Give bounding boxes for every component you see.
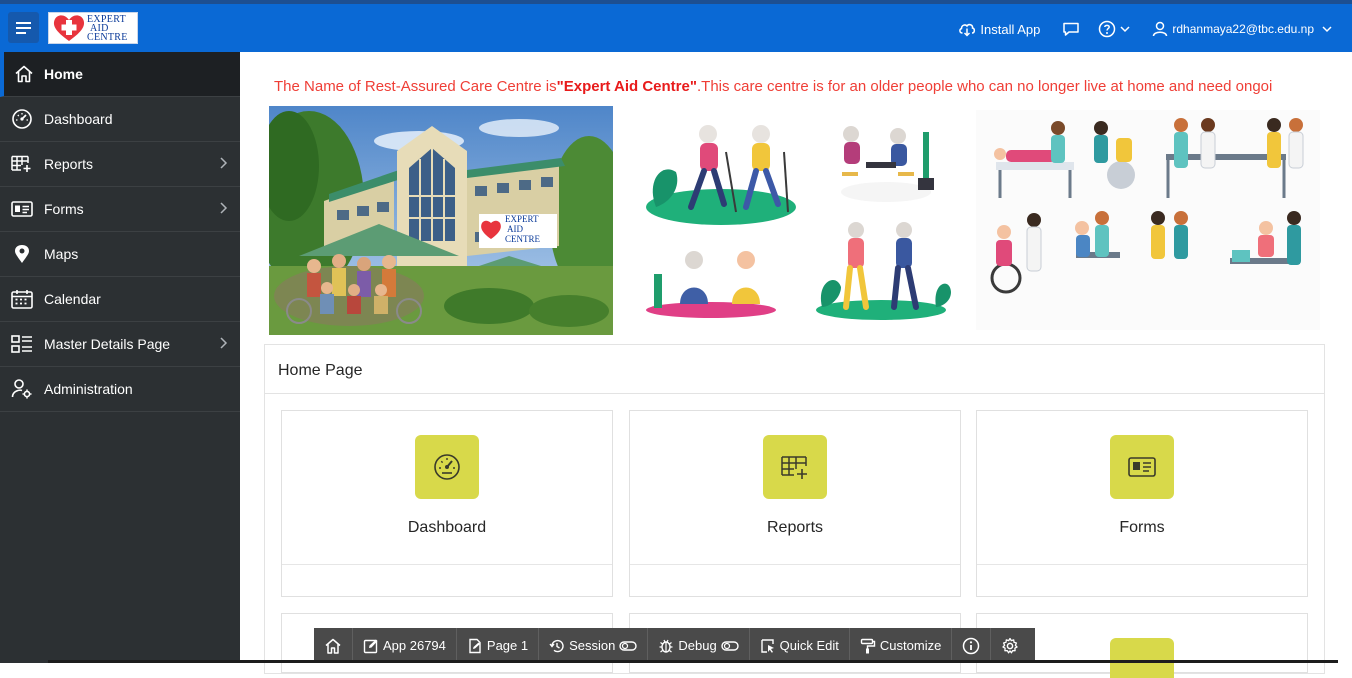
history-icon bbox=[549, 639, 564, 652]
install-app-label: Install App bbox=[980, 21, 1041, 37]
card-footer-divider bbox=[977, 564, 1307, 565]
home-button[interactable] bbox=[314, 628, 353, 663]
quick-edit-label: Quick Edit bbox=[779, 638, 839, 653]
sidebar-item-label: Reports bbox=[44, 156, 94, 172]
home-icon bbox=[4, 64, 44, 84]
sidebar-item-dashboard[interactable]: Dashboard bbox=[0, 97, 240, 142]
svg-text:AID: AID bbox=[507, 224, 523, 234]
sidebar-item-master-details-page[interactable]: Master Details Page bbox=[0, 322, 240, 367]
debug-button[interactable]: Debug bbox=[648, 628, 750, 663]
paint-roller-icon bbox=[860, 638, 876, 653]
sidebar-item-reports[interactable]: Reports bbox=[0, 142, 240, 187]
svg-text:CENTRE: CENTRE bbox=[505, 234, 541, 244]
chevron-right-icon bbox=[220, 202, 228, 214]
install-app-button[interactable]: Install App bbox=[958, 21, 1040, 37]
chevron-down-icon bbox=[1322, 26, 1332, 33]
home-icon bbox=[325, 638, 341, 654]
app-button[interactable]: App 26794 bbox=[353, 628, 457, 663]
feedback-button[interactable] bbox=[1062, 21, 1080, 37]
page-button[interactable]: Page 1 bbox=[457, 628, 540, 663]
card-tile bbox=[1110, 638, 1174, 678]
card-label: Reports bbox=[766, 519, 824, 536]
customize-label: Customize bbox=[879, 638, 942, 653]
svg-text:EXPERT: EXPERT bbox=[505, 214, 539, 224]
logo-heart-icon bbox=[51, 13, 87, 43]
gear-icon bbox=[1002, 637, 1018, 653]
banner-name: "Expert Aid Centre" bbox=[556, 78, 697, 95]
info-button[interactable] bbox=[952, 628, 992, 663]
cloud-download-icon bbox=[959, 23, 976, 37]
settings-button[interactable] bbox=[991, 628, 1029, 663]
app-label: App 26794 bbox=[383, 638, 446, 653]
help-circle-icon bbox=[1099, 20, 1116, 38]
card-label: Dashboard bbox=[407, 519, 487, 536]
app-logo[interactable]: EXPERT AID CENTRE bbox=[48, 12, 138, 44]
card-footer-divider bbox=[630, 564, 960, 565]
chat-bubble-icon bbox=[1063, 22, 1080, 36]
session-button[interactable]: Session bbox=[539, 628, 649, 663]
menu-toggle-button[interactable] bbox=[8, 12, 39, 43]
page-label: Page 1 bbox=[486, 638, 529, 653]
administration-icon bbox=[0, 378, 44, 400]
reports-icon bbox=[763, 435, 827, 499]
chevron-down-icon bbox=[1120, 26, 1130, 33]
elderly-exercise-illustration bbox=[636, 112, 956, 328]
debug-label: Debug bbox=[678, 638, 717, 653]
banner-prefix: The Name of Rest-Assured Care Centre is bbox=[274, 78, 557, 95]
toggle-icon bbox=[619, 640, 638, 651]
region-title: Home Page bbox=[265, 345, 1324, 394]
sidebar-item-administration[interactable]: Administration bbox=[0, 367, 240, 412]
quick-edit-button[interactable]: Quick Edit bbox=[750, 628, 850, 663]
dashboard-icon bbox=[0, 108, 44, 130]
chevron-right-icon bbox=[220, 337, 228, 349]
sidebar-item-label: Home bbox=[44, 66, 83, 82]
dashboard-card[interactable]: Dashboard bbox=[281, 410, 613, 597]
session-label: Session bbox=[569, 638, 616, 653]
bug-icon bbox=[659, 639, 673, 653]
banner-suffix: .This care centre is for an older people… bbox=[696, 78, 1273, 95]
edit-icon bbox=[363, 639, 378, 653]
customize-button[interactable]: Customize bbox=[850, 628, 953, 663]
card-label: Forms bbox=[1119, 519, 1165, 536]
user-icon bbox=[1153, 21, 1168, 37]
info-icon bbox=[963, 637, 980, 654]
calendar-icon bbox=[0, 289, 44, 309]
help-menu-button[interactable] bbox=[1098, 20, 1130, 38]
sidebar: Home Dashboard Reports Forms Maps Calend… bbox=[0, 52, 240, 663]
sidebar-item-label: Forms bbox=[44, 201, 84, 217]
card-footer-divider bbox=[282, 564, 612, 565]
physiotherapy-illustration bbox=[976, 110, 1320, 330]
forms-card[interactable]: Forms bbox=[976, 410, 1308, 597]
user-menu-button[interactable]: rdhanmaya22@tbc.edu.np bbox=[1152, 21, 1332, 37]
developer-toolbar: App 26794 Page 1 Session Debug Quick Edi… bbox=[314, 628, 1035, 663]
sidebar-item-calendar[interactable]: Calendar bbox=[0, 277, 240, 322]
top-bar: EXPERT AID CENTRE Install App rdhanmaya2… bbox=[0, 0, 1352, 52]
sidebar-item-forms[interactable]: Forms bbox=[0, 187, 240, 232]
user-email: rdhanmaya22@tbc.edu.np bbox=[1172, 22, 1314, 36]
sidebar-item-label: Master Details Page bbox=[44, 336, 171, 352]
page-edit-icon bbox=[469, 638, 481, 653]
sidebar-item-maps[interactable]: Maps bbox=[0, 232, 240, 277]
map-pin-icon bbox=[0, 244, 44, 264]
quick-edit-icon bbox=[760, 638, 774, 653]
forms-icon bbox=[1110, 435, 1174, 499]
reports-icon bbox=[0, 155, 44, 173]
sidebar-item-home[interactable]: Home bbox=[0, 52, 240, 97]
sidebar-item-label: Calendar bbox=[44, 291, 101, 307]
toggle-icon bbox=[720, 640, 739, 651]
banner-marquee: The Name of Rest-Assured Care Centre is"… bbox=[274, 78, 1334, 95]
sidebar-item-label: Maps bbox=[44, 246, 79, 262]
chevron-right-icon bbox=[220, 157, 228, 169]
logo-text: EXPERT AID CENTRE bbox=[87, 13, 128, 43]
forms-icon bbox=[0, 200, 44, 218]
master-details-icon bbox=[0, 334, 44, 354]
sidebar-item-label: Dashboard bbox=[44, 111, 113, 127]
care-centre-photo: EXPERT AID CENTRE bbox=[269, 106, 613, 335]
reports-card[interactable]: Reports bbox=[629, 410, 961, 597]
dashboard-icon bbox=[415, 435, 479, 499]
sidebar-item-label: Administration bbox=[44, 381, 133, 397]
